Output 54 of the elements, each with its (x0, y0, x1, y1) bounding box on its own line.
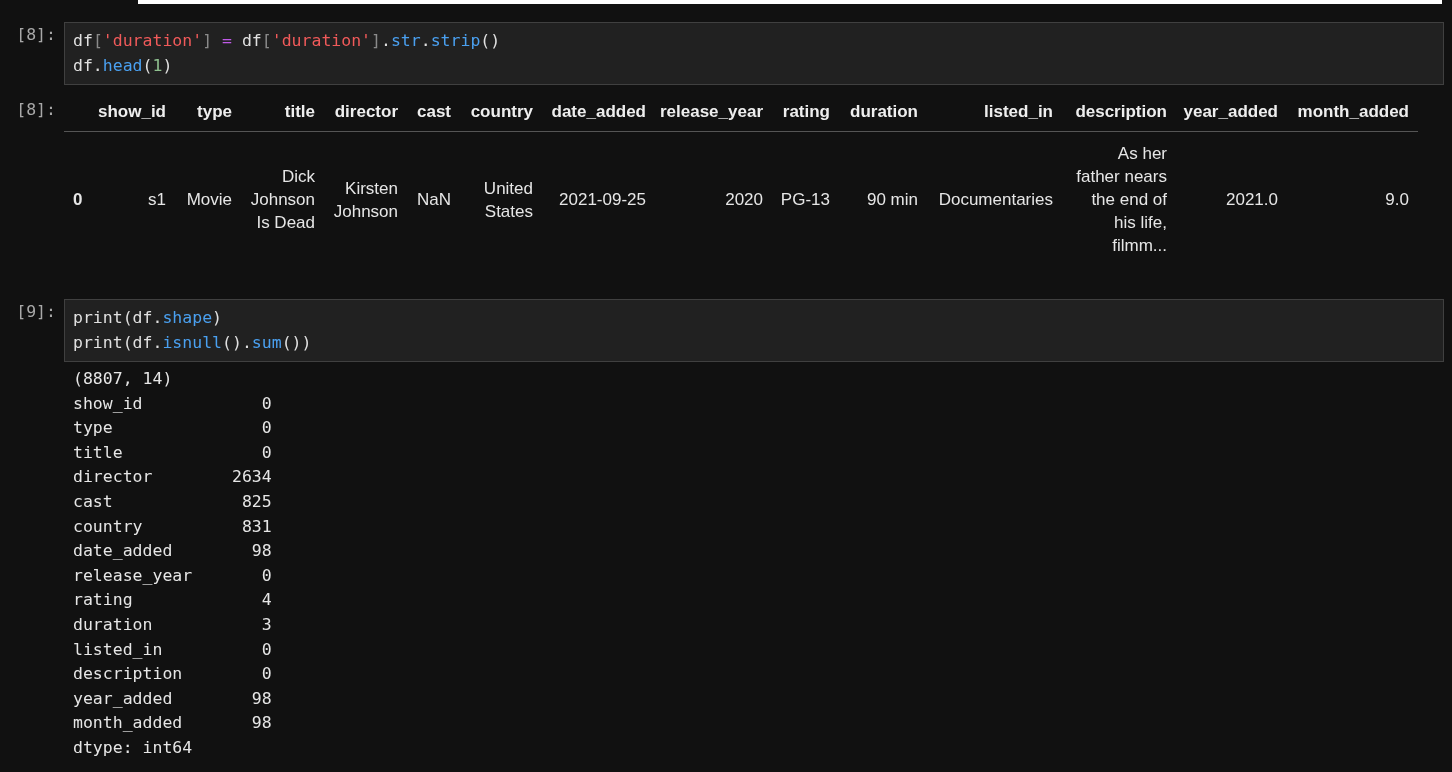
code-editor[interactable]: df['duration'] = df['duration'].str.strip() df.head(1) (64, 22, 1444, 85)
table-cell: Movie (175, 131, 241, 268)
table-cell: 2021.0 (1176, 131, 1287, 268)
column-header: cast (407, 93, 460, 131)
code-line: df['duration'] = df['duration'].str.strip() (73, 30, 502, 52)
execution-count: [8]: (15, 99, 57, 121)
table-cell: Dick Johnson Is Dead (241, 131, 324, 268)
table-cell: NaN (407, 131, 460, 268)
column-header: rating (772, 93, 839, 131)
column-header: month_added (1287, 93, 1418, 131)
table-cell: 90 min (839, 131, 927, 268)
code-line: print(df.shape) (73, 307, 223, 329)
output-line: year_added 98 (73, 687, 273, 710)
output-line: duration 3 (73, 613, 273, 636)
table-cell: PG-13 (772, 131, 839, 268)
column-header: description (1062, 93, 1176, 131)
column-header: duration (839, 93, 927, 131)
table-cell: 9.0 (1287, 131, 1418, 268)
table-cell: 2020 (655, 131, 772, 268)
column-header: country (460, 93, 542, 131)
output-line: cast 825 (73, 490, 273, 513)
table-cell: Documentaries (927, 131, 1062, 268)
output-line: month_added 98 (73, 712, 273, 735)
column-header: release_year (655, 93, 772, 131)
table-cell: United States (460, 131, 542, 268)
output-line: rating 4 (73, 589, 273, 612)
column-header: date_added (542, 93, 655, 131)
output-line: listed_in 0 (73, 638, 273, 661)
output-line: show_id 0 (73, 392, 273, 415)
execution-count: [9]: (15, 301, 57, 323)
output-line: director 2634 (73, 466, 273, 489)
output-line: dtype: int64 (73, 736, 194, 759)
column-header: year_added (1176, 93, 1287, 131)
column-header: show_id (92, 93, 175, 131)
output-line: title 0 (73, 441, 273, 464)
output-line: description 0 (73, 663, 273, 686)
execution-count: [8]: (15, 24, 57, 46)
column-header: type (175, 93, 241, 131)
table-cell: Kirsten Johnson (324, 131, 407, 268)
output-line: release_year 0 (73, 564, 273, 587)
column-header: listed_in (927, 93, 1062, 131)
code-line: print(df.isnull().sum()) (73, 332, 313, 354)
column-header: title (241, 93, 324, 131)
row-index: 0 (64, 131, 92, 268)
table-cell: As her father nears the end of his life, filmm... (1062, 131, 1176, 268)
code-line: df.head(1) (73, 55, 174, 77)
table-cell: 2021-09-25 (542, 131, 655, 268)
output-line: (8807, 14) (73, 368, 174, 390)
output-line: type 0 (73, 417, 273, 440)
column-header: director (324, 93, 407, 131)
code-editor[interactable]: print(df.shape) print(df.isnull().sum()) (64, 299, 1444, 362)
output-line: country 831 (73, 515, 273, 538)
table-cell: s1 (92, 131, 175, 268)
output-line: date_added 98 (73, 540, 273, 563)
